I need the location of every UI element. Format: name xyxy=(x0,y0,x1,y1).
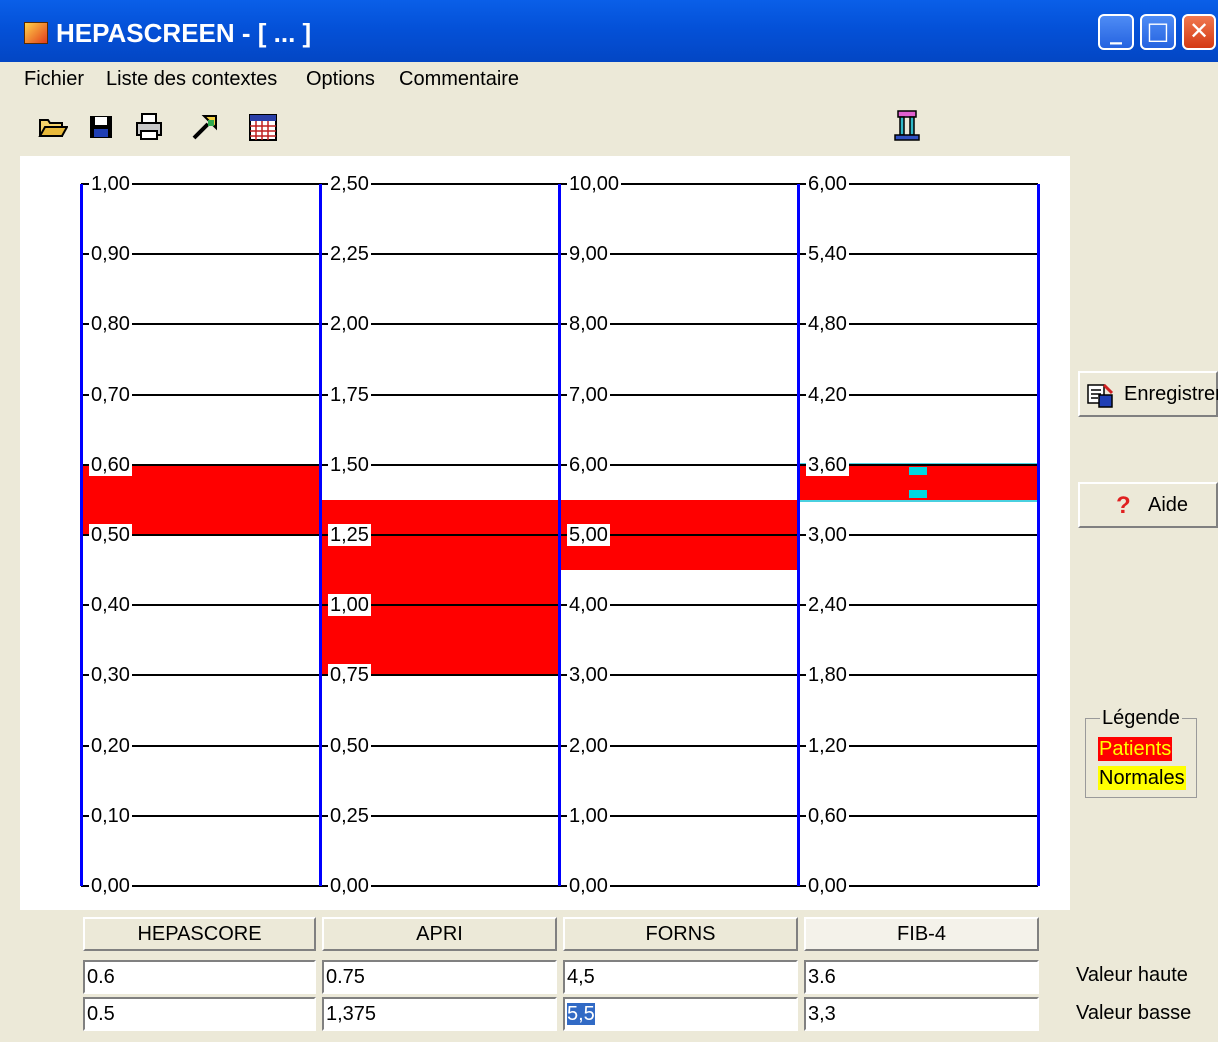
forns-valeur-basse-selection: 5,5 xyxy=(567,1003,595,1025)
apri-tick-label: 2,50 xyxy=(328,173,371,195)
forns-tick-label: 10,00 xyxy=(567,173,622,195)
column-header-forns[interactable]: FORNS xyxy=(563,917,798,951)
hepascore-valeur-basse-field[interactable]: 0.5 xyxy=(83,997,316,1031)
minimize-button[interactable]: _ xyxy=(1098,14,1134,50)
window-title: HEPASCREEN - [ ... ] xyxy=(56,18,312,48)
forns-axis xyxy=(558,184,561,886)
forns-tick-label: 5,00 xyxy=(567,524,610,546)
hepascore-tick-label: 0,80 xyxy=(89,313,132,336)
hepascore-tick-label: 0,90 xyxy=(89,243,132,266)
valeur-haute-label: Valeur haute xyxy=(1076,964,1188,986)
menu-bar: Fichier Liste des contextes Options Comm… xyxy=(0,62,1218,98)
fib4-valeur-haute-field[interactable]: 3.6 xyxy=(804,960,1039,994)
apri-tick-label: 0,25 xyxy=(328,804,371,827)
fib4-tick-label: 6,00 xyxy=(806,173,849,195)
apri-tick-label: 2,00 xyxy=(328,313,371,336)
fib4-tick-label: 1,20 xyxy=(806,734,849,757)
hepascore-tick-label: 0,20 xyxy=(89,734,132,757)
forns-tick-label: 7,00 xyxy=(567,383,610,406)
hepascore-valeur-haute-field[interactable]: 0.6 xyxy=(83,960,316,994)
hepascore-tick-label: 0,30 xyxy=(89,664,132,687)
app-icon xyxy=(24,22,48,44)
hepascore-tick-label: 0,60 xyxy=(89,453,132,476)
apri-tick-label: 2,25 xyxy=(328,243,371,266)
aide-button[interactable]: ? Aide xyxy=(1078,482,1218,528)
apri-tick-label: 0,00 xyxy=(328,875,371,897)
hepascore-axis xyxy=(80,184,83,886)
column-header-apri[interactable]: APRI xyxy=(322,917,557,951)
hepascore-tick-label: 0,10 xyxy=(89,804,132,827)
forns-tick-label: 6,00 xyxy=(567,453,610,476)
apri-tick-label: 0,75 xyxy=(328,664,371,687)
apri-tick-label: 0,50 xyxy=(328,734,371,757)
forns-tick-label: 3,00 xyxy=(567,664,610,687)
fib4-tick-label: 1,80 xyxy=(806,664,849,687)
menu-commentaire[interactable]: Commentaire xyxy=(399,68,519,91)
band-top-handle[interactable] xyxy=(909,466,927,475)
hepascore-tick-label: 0,40 xyxy=(89,594,132,617)
menu-options[interactable]: Options xyxy=(306,68,375,91)
fib4-tick-label: 3,00 xyxy=(806,524,849,546)
apri-tick-label: 1,75 xyxy=(328,383,371,406)
legend-normales: Normales xyxy=(1098,766,1186,790)
fib4-tick-label: 3,60 xyxy=(806,453,849,476)
legend-patients: Patients xyxy=(1098,737,1173,761)
apri-tick-label: 1,50 xyxy=(328,453,371,476)
wand-icon[interactable] xyxy=(190,112,220,142)
fib4-tick-label: 0,00 xyxy=(806,875,849,897)
title-bar: HEPASCREEN - [ ... ] _ □ ✕ xyxy=(0,0,1218,62)
aide-label: Aide xyxy=(1148,494,1189,516)
maximize-button[interactable]: □ xyxy=(1140,14,1176,50)
legend-title: Légende xyxy=(1100,707,1182,730)
fib4-axis xyxy=(797,184,800,886)
save-record-icon xyxy=(1087,383,1114,408)
column-header-hepascore[interactable]: HEPASCORE xyxy=(83,917,316,951)
apri-tick-label: 1,00 xyxy=(328,594,371,617)
valeur-basse-label: Valeur basse xyxy=(1076,1002,1192,1024)
band-bottom-handle[interactable] xyxy=(909,489,927,498)
forns-tick-label: 9,00 xyxy=(567,243,610,266)
apri-valeur-haute-field[interactable]: 0.75 xyxy=(322,960,557,994)
forns-tick-label: 8,00 xyxy=(567,313,610,336)
apri-valeur-basse-field[interactable]: 1,375 xyxy=(322,997,557,1031)
fib4-tick-label: 0,60 xyxy=(806,804,849,827)
menu-liste-des-contextes[interactable]: Liste des contextes xyxy=(106,68,277,91)
hepascore-tick-label: 0,00 xyxy=(89,875,132,897)
close-button[interactable]: ✕ xyxy=(1182,14,1216,50)
hepascore-tick-label: 0,50 xyxy=(89,524,132,546)
scale-plot-area: 1,00 0,90 0,80 0,70 0,60 0,50 0,40 0,30 0,20 0,10… xyxy=(20,156,1070,910)
column-header-fib4[interactable]: FIB-4 xyxy=(804,917,1039,951)
toolbar xyxy=(0,98,1218,154)
legend-group: Légende Patients Normales xyxy=(1085,707,1197,798)
forns-tick-label: 1,00 xyxy=(567,804,610,827)
fib4-valeur-basse-field[interactable]: 3,3 xyxy=(804,997,1039,1031)
hepascore-tick-label: 0,70 xyxy=(89,383,132,406)
forns-valeur-basse-field[interactable]: 5,5 xyxy=(563,997,798,1031)
printer-icon[interactable] xyxy=(134,112,164,142)
forns-tick-label: 4,00 xyxy=(567,594,610,617)
enregistrer-label: Enregistrer xyxy=(1124,383,1218,405)
tuning-fork-icon[interactable] xyxy=(892,108,922,144)
save-disk-icon[interactable] xyxy=(86,112,116,142)
right-axis xyxy=(1037,184,1040,886)
fib4-tick-label: 4,20 xyxy=(806,383,849,406)
enregistrer-button[interactable]: Enregistrer xyxy=(1078,371,1218,417)
apri-tick-label: 1,25 xyxy=(328,524,371,546)
menu-fichier[interactable]: Fichier xyxy=(24,68,84,91)
open-folder-icon[interactable] xyxy=(38,112,68,142)
apri-axis xyxy=(319,184,322,886)
hepascore-tick-label: 1,00 xyxy=(89,173,132,195)
forns-tick-label: 2,00 xyxy=(567,734,610,757)
fib4-tick-label: 2,40 xyxy=(806,594,849,617)
calendar-grid-icon[interactable] xyxy=(248,112,278,142)
fib4-tick-label: 5,40 xyxy=(806,243,849,266)
forns-tick-label: 0,00 xyxy=(567,875,610,897)
help-question-icon: ? xyxy=(1116,492,1131,519)
forns-valeur-haute-field[interactable]: 4,5 xyxy=(563,960,798,994)
fib4-tick-label: 4,80 xyxy=(806,313,849,336)
